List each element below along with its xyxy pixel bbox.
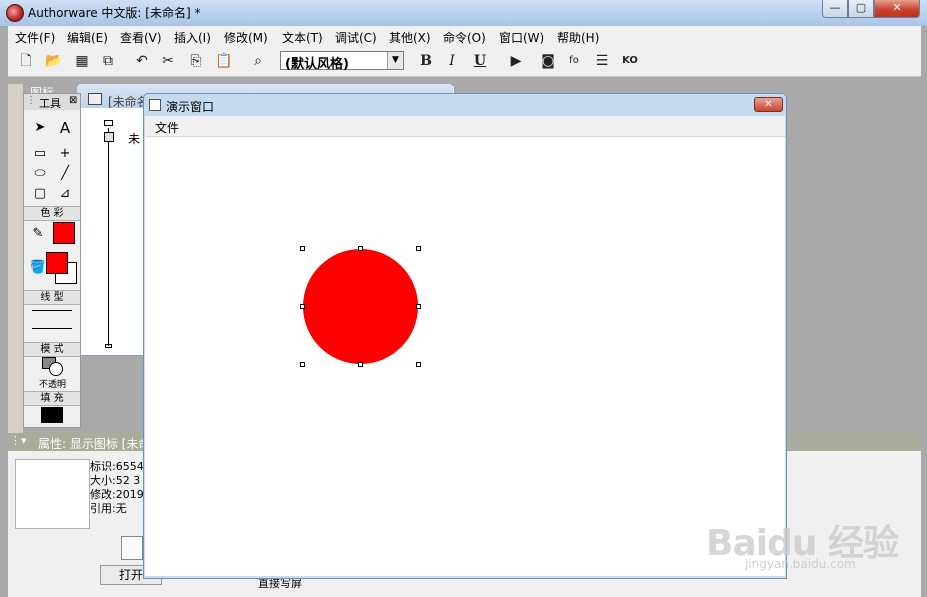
mode-section-title: 模 式	[24, 342, 80, 357]
presentation-window-icon	[149, 99, 161, 111]
chevron-down-icon[interactable]: ▼	[387, 52, 403, 69]
selection-handle-right[interactable]	[416, 304, 421, 309]
line-style-normal[interactable]	[32, 328, 72, 329]
paste-icon[interactable]: 📋	[214, 51, 234, 71]
rounded-rectangle-tool-icon[interactable]: ▢	[29, 184, 51, 204]
selection-handle-bottom-right[interactable]	[416, 362, 421, 367]
straight-line-tool-icon[interactable]: +	[54, 144, 76, 164]
line-style-thin[interactable]	[32, 310, 72, 311]
icon-preview	[15, 459, 90, 529]
selection-handle-top-left[interactable]	[300, 246, 305, 251]
selection-handle-bottom-left[interactable]	[300, 362, 305, 367]
menu-help[interactable]: 帮助(H)	[557, 29, 599, 46]
pen-color-icon[interactable]: ✎	[27, 224, 49, 244]
style-value: (默认风格)	[285, 57, 349, 72]
grip-icon[interactable]: ⋮▾	[10, 434, 27, 447]
selection-handle-left[interactable]	[300, 304, 305, 309]
window-title: Authorware 中文版: [未命名] *	[28, 6, 201, 20]
variables-icon[interactable]: ☰	[592, 51, 612, 71]
cut-icon[interactable]: ✂	[158, 51, 178, 71]
menu-edit[interactable]: 编辑(E)	[67, 29, 108, 46]
presentation-menu-file[interactable]: 文件	[155, 119, 179, 136]
fill-pattern-swatch[interactable]	[41, 407, 63, 423]
menu-window[interactable]: 窗口(W)	[499, 29, 544, 46]
underline-button[interactable]: U	[470, 51, 490, 71]
tools-panel-title: 工具	[39, 97, 61, 110]
maximize-button[interactable]: ▢	[848, 0, 874, 18]
menu-view[interactable]: 查看(V)	[120, 29, 162, 46]
menu-text[interactable]: 文本(T)	[282, 29, 323, 46]
menu-debug[interactable]: 调试(C)	[335, 29, 377, 46]
display-icon[interactable]	[121, 536, 143, 560]
find-icon[interactable]: ⌕	[248, 51, 268, 71]
presentation-close-button[interactable]: ✕	[754, 97, 783, 112]
ellipse-tool-icon[interactable]: ⬭	[29, 164, 51, 184]
display-icon[interactable]	[104, 132, 114, 142]
toolbar: 🗋 📂 ▦ ⧉ ↶ ✂ ⎘ 📋 ⌕ (默认风格) ▼ B I U ▶ ◙ fo …	[8, 46, 921, 77]
design-window-icon	[88, 93, 102, 105]
line-section-title: 线 型	[24, 290, 80, 305]
functions-icon[interactable]: fo	[564, 51, 584, 71]
presentation-window[interactable]: 演示窗口 ✕ 文件	[143, 93, 787, 579]
flow-item-label: 未	[128, 132, 141, 146]
close-button[interactable]: ✕	[874, 0, 920, 18]
knowledge-objects-icon[interactable]: KO	[620, 51, 640, 71]
red-circle-shape[interactable]	[303, 249, 418, 364]
flowline-start-icon[interactable]	[104, 120, 113, 126]
grip-icon[interactable]: ⋮	[26, 95, 36, 106]
menu-bar: 文件(F) 编辑(E) 查看(V) 插入(I) 修改(M) 文本(T) 调试(C…	[8, 26, 921, 47]
new-icon[interactable]: 🗋	[16, 51, 36, 71]
menu-file[interactable]: 文件(F)	[15, 29, 55, 46]
copy-icon[interactable]: ⎘	[186, 51, 206, 71]
style-combobox[interactable]: (默认风格) ▼	[280, 51, 404, 72]
flowline	[108, 128, 109, 346]
close-icon[interactable]: ⊠	[69, 95, 77, 106]
pen-color-swatch[interactable]	[53, 222, 75, 244]
run-icon[interactable]: ▶	[506, 51, 526, 71]
control-panel-icon[interactable]: ◙	[538, 51, 558, 71]
tools-panel: ⋮ 工具 ⊠ ➤ A ▭ + ⬭ ╱ ▢ ⊿ 色 彩 ✎ 🪣 线 型 模 式 不…	[23, 93, 81, 428]
menu-insert[interactable]: 插入(I)	[174, 29, 211, 46]
mode-circle-icon[interactable]	[49, 362, 63, 376]
polygon-tool-icon[interactable]: ⊿	[54, 184, 76, 204]
diagonal-line-tool-icon[interactable]: ╱	[54, 164, 76, 184]
bold-button[interactable]: B	[416, 51, 436, 71]
color-section-title: 色 彩	[24, 206, 80, 221]
text-tool-icon[interactable]: A	[54, 118, 76, 138]
import-icon[interactable]: ⧉	[98, 51, 118, 71]
menu-modify[interactable]: 修改(M)	[224, 29, 268, 46]
menu-other[interactable]: 其他(X)	[389, 29, 431, 46]
selection-handle-top[interactable]	[358, 246, 363, 251]
flowline-end-icon	[105, 344, 112, 348]
prop-references: 引用:无	[90, 502, 127, 515]
menu-command[interactable]: 命令(O)	[443, 29, 486, 46]
italic-button[interactable]: I	[442, 51, 462, 71]
presentation-window-title: 演示窗口	[166, 100, 215, 114]
selection-handle-top-right[interactable]	[416, 246, 421, 251]
minimize-button[interactable]: —	[822, 0, 848, 18]
authorware-app-icon[interactable]	[6, 4, 24, 22]
save-all-icon[interactable]: ▦	[72, 51, 92, 71]
presentation-menu-bar: 文件	[145, 116, 785, 137]
foreground-color-swatch[interactable]	[46, 252, 68, 274]
left-dock-strip	[8, 84, 23, 434]
fill-section-title: 填 充	[24, 391, 80, 406]
rectangle-tool-icon[interactable]: ▭	[29, 144, 51, 164]
presentation-stage[interactable]	[145, 137, 785, 576]
baidu-watermark-url: jingyan.baidu.com	[745, 557, 856, 571]
mode-value: 不透明	[39, 380, 67, 390]
selection-handle-bottom[interactable]	[358, 362, 363, 367]
undo-icon[interactable]: ↶	[132, 51, 152, 71]
properties-title: 属性: 显示图标 [未命	[38, 437, 151, 451]
pointer-tool-icon[interactable]: ➤	[29, 118, 51, 138]
tools-panel-header[interactable]: ⋮ 工具 ⊠	[24, 94, 80, 110]
open-icon[interactable]: 📂	[44, 51, 64, 71]
